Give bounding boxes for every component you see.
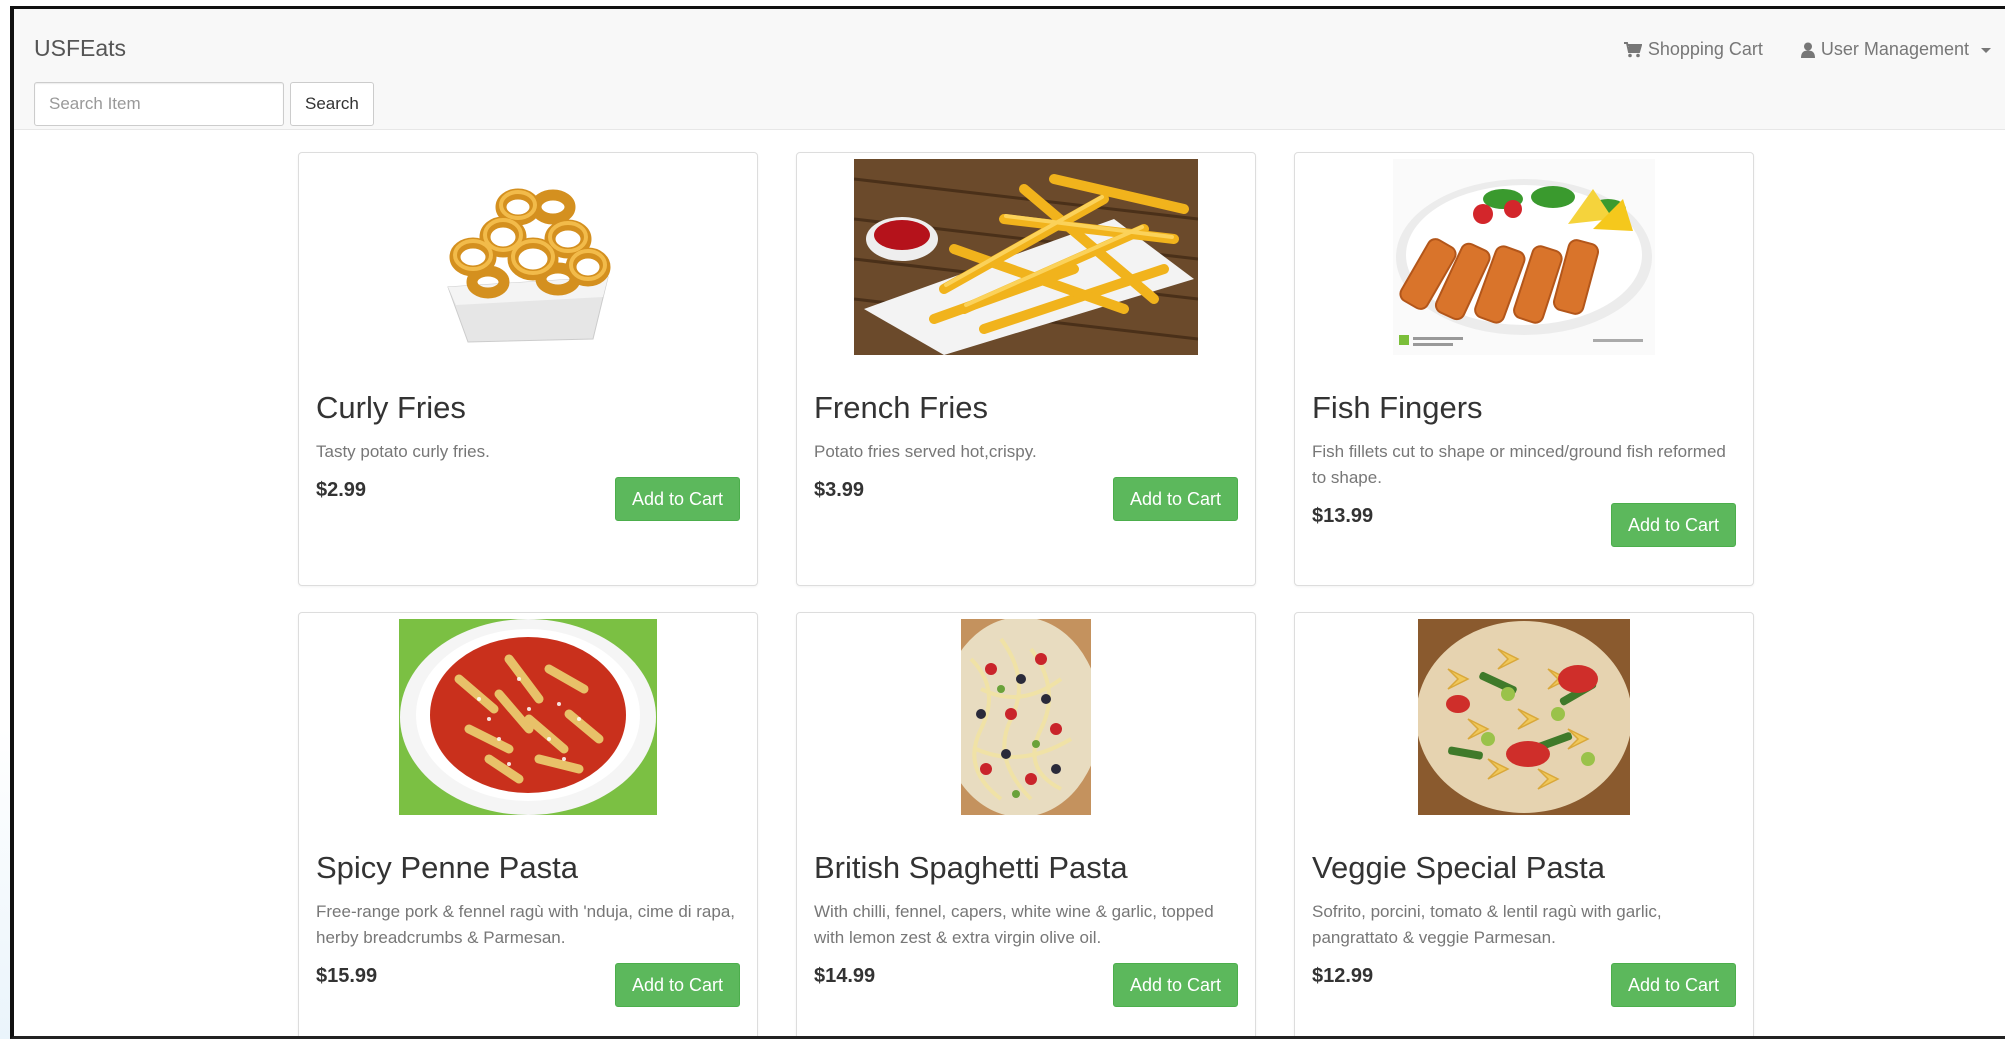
browser-window: USFEats Shopping Cart User Management Se… [10,6,2005,1039]
shopping-cart-icon [1623,41,1642,58]
user-management-label: User Management [1820,39,1969,59]
shopping-cart-link[interactable]: Shopping Cart [1623,39,1763,60]
product-card: British Spaghetti Pasta With chilli, fen… [796,612,1256,1036]
product-title: Spicy Penne Pasta [316,850,578,885]
add-to-cart-button[interactable]: Add to Cart [1610,503,1736,547]
product-price: $2.99 [316,479,367,501]
product-title: Curly Fries [316,390,466,425]
product-price: $13.99 [1312,505,1374,527]
product-card: French Fries Potato fries served hot,cri… [796,152,1256,586]
product-description: Sofrito, porcini, tomato & lentil ragù w… [1312,902,1662,947]
add-to-cart-button[interactable]: Add to Cart [1112,477,1238,521]
add-to-cart-button[interactable]: Add to Cart [1112,963,1238,1007]
product-price: $15.99 [316,965,378,987]
penne-pasta-image [399,619,657,815]
search-input[interactable] [34,82,284,126]
user-icon [1800,42,1815,58]
product-description: Tasty potato curly fries. [316,442,490,461]
brand-link[interactable]: USFEats [34,35,126,62]
product-description: Potato fries served hot,crispy. [814,442,1037,461]
product-price: $3.99 [814,479,865,501]
product-title: British Spaghetti Pasta [814,850,1128,885]
search-form: Search [34,82,374,126]
desktop-background: USFEats Shopping Cart User Management Se… [0,0,2005,1039]
product-description: Fish fillets cut to shape or minced/grou… [1312,442,1726,487]
search-button[interactable]: Search [290,82,374,126]
curly-fries-image [428,159,628,355]
user-management-dropdown[interactable]: User Management [1800,39,1991,60]
product-description: Free-range pork & fennel ragù with 'nduj… [316,902,736,947]
product-price: $14.99 [814,965,876,987]
product-card: Curly Fries Tasty potato curly fries. $2… [298,152,758,586]
product-card: Veggie Special Pasta Sofrito, porcini, t… [1294,612,1754,1036]
product-description: With chilli, fennel, capers, white wine … [814,902,1214,947]
chevron-down-icon [1981,48,1991,53]
fish-fingers-image [1393,159,1655,355]
shopping-cart-label: Shopping Cart [1647,39,1763,59]
product-price: $12.99 [1312,965,1374,987]
navbar: USFEats Shopping Cart User Management Se… [14,9,2005,130]
veggie-pasta-image [1418,619,1630,815]
nav-right: Shopping Cart User Management [1623,39,1991,60]
add-to-cart-button[interactable]: Add to Cart [614,477,740,521]
product-card: Spicy Penne Pasta Free-range pork & fenn… [298,612,758,1036]
product-title: French Fries [814,390,988,425]
product-card: Fish Fingers Fish fillets cut to shape o… [1294,152,1754,586]
add-to-cart-button[interactable]: Add to Cart [614,963,740,1007]
spaghetti-salad-image [961,619,1091,815]
french-fries-image [854,159,1198,355]
product-title: Veggie Special Pasta [1312,850,1605,885]
add-to-cart-button[interactable]: Add to Cart [1610,963,1736,1007]
product-title: Fish Fingers [1312,390,1483,425]
product-grid: Curly Fries Tasty potato curly fries. $2… [298,152,1754,1036]
